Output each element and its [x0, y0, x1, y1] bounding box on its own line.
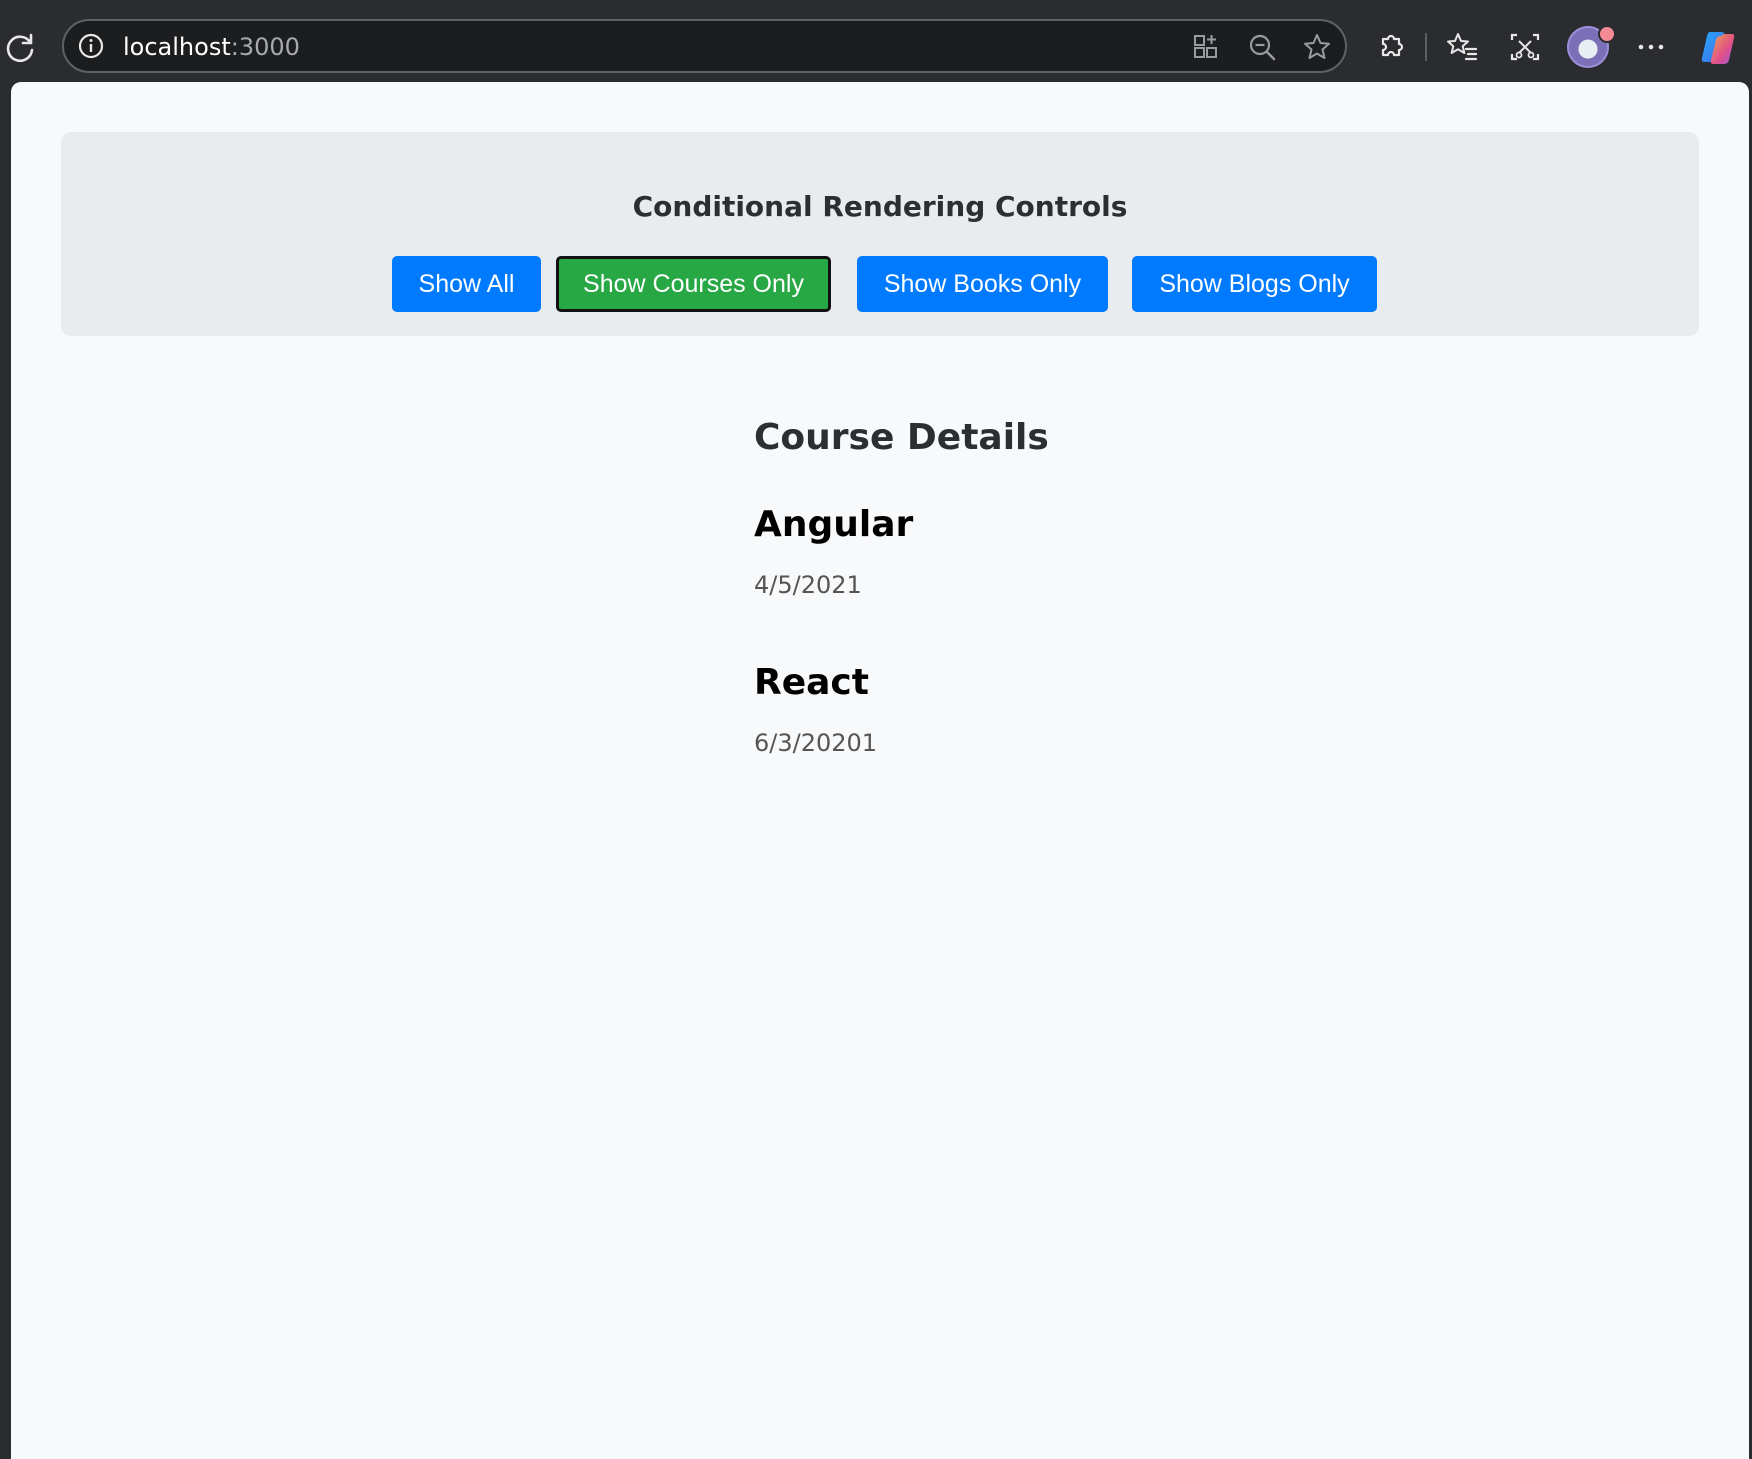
toolbar-separator [1425, 33, 1427, 61]
favorite-star-icon[interactable] [1302, 32, 1332, 62]
copilot-icon[interactable] [1698, 28, 1738, 68]
course-name: React [754, 662, 869, 703]
course-date: 6/3/20201 [754, 729, 878, 757]
course-details-section: Course Details Angular 4/5/2021 React 6/… [754, 417, 1049, 756]
course-date: 4/5/2021 [754, 571, 862, 599]
zoom-out-icon[interactable] [1247, 32, 1277, 62]
controls-title: Conditional Rendering Controls [632, 190, 1128, 223]
app-available-icon[interactable] [1191, 32, 1221, 62]
course-details-heading: Course Details [754, 417, 1049, 458]
show-books-only-button[interactable]: Show Books Only [857, 256, 1108, 312]
url-port: :3000 [230, 33, 300, 61]
url-host: localhost [123, 33, 231, 61]
page-viewport: Conditional Rendering Controls Show All … [11, 82, 1749, 1459]
course-name: Angular [754, 504, 914, 545]
show-blogs-only-button[interactable]: Show Blogs Only [1132, 256, 1377, 312]
notification-dot [1598, 25, 1616, 43]
show-all-button[interactable]: Show All [392, 256, 541, 312]
more-icon[interactable] [1634, 30, 1668, 64]
extensions-icon[interactable] [1374, 30, 1408, 64]
reload-icon[interactable] [2, 30, 38, 66]
address-bar[interactable]: localhost:3000 [62, 19, 1347, 73]
show-courses-only-button[interactable]: Show Courses Only [556, 256, 831, 312]
site-info-icon[interactable] [76, 31, 106, 61]
controls-panel: Conditional Rendering Controls Show All … [61, 132, 1699, 336]
favorites-icon[interactable] [1445, 30, 1479, 64]
browser-toolbar: localhost:3000 [0, 0, 1752, 82]
url-text[interactable]: localhost:3000 [123, 33, 300, 61]
screenshot-icon[interactable] [1508, 30, 1542, 64]
